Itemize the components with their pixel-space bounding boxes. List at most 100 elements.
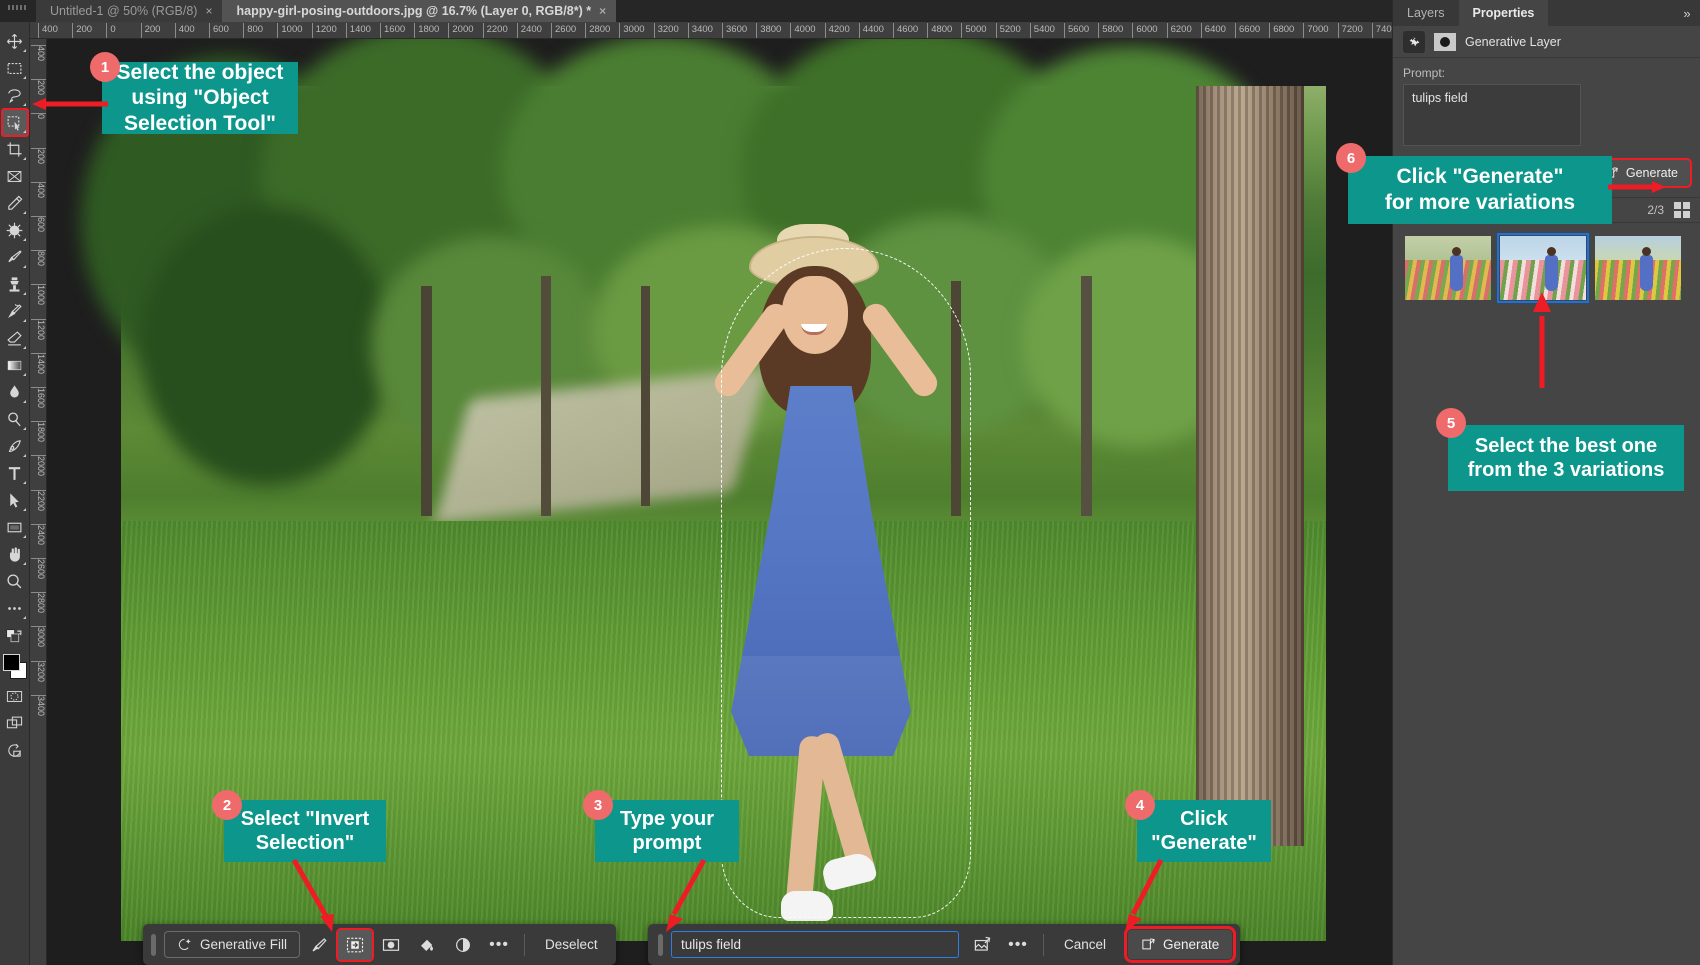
sparkle-icon bbox=[177, 937, 192, 952]
ruler-tick: 2600 bbox=[551, 23, 576, 38]
annotation-callout-2: Select "Invert Selection" bbox=[224, 800, 386, 862]
clone-stamp-tool[interactable] bbox=[2, 271, 28, 298]
edit-toolbar-tool[interactable] bbox=[2, 595, 28, 622]
history-brush-tool[interactable] bbox=[2, 298, 28, 325]
gradient-tool[interactable] bbox=[2, 352, 28, 379]
tab-layers[interactable]: Layers bbox=[1393, 0, 1459, 26]
ruler-tick: 3000 bbox=[619, 23, 644, 38]
ruler-tick: 4000 bbox=[790, 23, 815, 38]
generative-fill-label: Generative Fill bbox=[200, 937, 287, 952]
expand-panels-icon[interactable]: » bbox=[1674, 0, 1700, 26]
panel-tab-empty bbox=[1548, 0, 1674, 26]
variations-count: 2/3 bbox=[1647, 203, 1664, 217]
blur-tool[interactable] bbox=[2, 379, 28, 406]
ruler-tick: 4400 bbox=[859, 23, 884, 38]
crop-tool[interactable] bbox=[2, 136, 28, 163]
ruler-tick: 1800 bbox=[414, 23, 439, 38]
ruler-tick: 3200 bbox=[654, 23, 679, 38]
tools-panel bbox=[0, 22, 30, 965]
cancel-button[interactable]: Cancel bbox=[1052, 937, 1118, 952]
quick-mask-icon[interactable] bbox=[2, 683, 28, 710]
generate-label: Generate bbox=[1163, 937, 1219, 952]
eyedropper-tool[interactable] bbox=[2, 190, 28, 217]
ruler-tick: 6200 bbox=[1167, 23, 1192, 38]
move-tool[interactable] bbox=[2, 28, 28, 55]
annotation-arrow-1 bbox=[30, 97, 110, 111]
taskbar-divider bbox=[524, 934, 525, 956]
ruler-tick: 400 bbox=[38, 23, 58, 38]
document-tab-happy-girl[interactable]: happy-girl-posing-outdoors.jpg @ 16.7% (… bbox=[222, 0, 616, 22]
document-tab-untitled[interactable]: Untitled-1 @ 50% (RGB/8) × bbox=[36, 0, 222, 22]
generate-icon bbox=[1141, 937, 1156, 952]
spot-healing-brush-tool[interactable] bbox=[2, 217, 28, 244]
tab-label: happy-girl-posing-outdoors.jpg @ 16.7% (… bbox=[236, 4, 591, 18]
share-icon[interactable] bbox=[2, 737, 28, 764]
prompt-more-options-icon[interactable]: ••• bbox=[1001, 930, 1035, 960]
foreground-color-swatch[interactable] bbox=[3, 654, 20, 671]
generative-fill-button[interactable]: Generative Fill bbox=[164, 931, 300, 958]
variation-thumbnail-3[interactable] bbox=[1595, 236, 1681, 300]
ruler-tick: 4600 bbox=[893, 23, 918, 38]
eraser-tool[interactable] bbox=[2, 325, 28, 352]
ruler-tick: 600 bbox=[209, 23, 229, 38]
rectangular-marquee-tool[interactable] bbox=[2, 55, 28, 82]
ruler-tick: 6400 bbox=[1201, 23, 1226, 38]
brush-tool[interactable] bbox=[2, 244, 28, 271]
annotation-callout-6: Click "Generate" for more variations bbox=[1348, 156, 1612, 224]
ruler-tick: 7400 bbox=[1372, 23, 1392, 38]
object-selection-tool[interactable] bbox=[2, 109, 28, 136]
layer-type-label: Generative Layer bbox=[1465, 35, 1561, 49]
contextual-taskbar[interactable]: Generative Fill ••• Deselect bbox=[143, 924, 616, 965]
type-tool[interactable] bbox=[2, 460, 28, 487]
create-mask-icon[interactable] bbox=[374, 930, 408, 960]
prompt-taskbar-drag-handle[interactable] bbox=[658, 934, 663, 956]
frame-tool[interactable] bbox=[2, 163, 28, 190]
layer-thumbnail[interactable] bbox=[1434, 33, 1456, 51]
tab-label: Untitled-1 @ 50% (RGB/8) bbox=[50, 4, 197, 18]
ruler-tick: 0 bbox=[106, 23, 115, 38]
ruler-tick: 5000 bbox=[961, 23, 986, 38]
annotation-callout-4: Click "Generate" bbox=[1137, 800, 1271, 862]
annotation-badge-6: 6 bbox=[1336, 143, 1366, 173]
ruler-tick: 5200 bbox=[996, 23, 1021, 38]
ruler-tick: 6800 bbox=[1269, 23, 1294, 38]
rectangle-tool[interactable] bbox=[2, 514, 28, 541]
add-reference-image-icon[interactable] bbox=[965, 930, 999, 960]
zoom-tool[interactable] bbox=[2, 568, 28, 595]
dodge-tool[interactable] bbox=[2, 406, 28, 433]
annotation-arrow-3 bbox=[660, 858, 720, 936]
ruler-tick: 1000 bbox=[277, 23, 302, 38]
adjustment-fill-icon[interactable] bbox=[410, 930, 444, 960]
ruler-tick: 5400 bbox=[1030, 23, 1055, 38]
default-colors-icon[interactable] bbox=[2, 624, 28, 651]
ruler-tick: 3400 bbox=[31, 695, 46, 735]
deselect-button[interactable]: Deselect bbox=[533, 937, 610, 952]
grid-view-icon[interactable] bbox=[1674, 202, 1690, 218]
lasso-tool[interactable] bbox=[2, 82, 28, 109]
tab-bar-grip[interactable] bbox=[0, 0, 36, 22]
more-options-icon[interactable]: ••• bbox=[482, 930, 516, 960]
ruler-tick: 3400 bbox=[688, 23, 713, 38]
tab-properties[interactable]: Properties bbox=[1459, 0, 1549, 26]
properties-header: Generative Layer bbox=[1393, 26, 1700, 58]
close-icon[interactable]: × bbox=[599, 4, 606, 18]
close-icon[interactable]: × bbox=[205, 4, 212, 18]
annotation-badge-5: 5 bbox=[1436, 408, 1466, 438]
annotation-arrow-5 bbox=[1530, 290, 1554, 390]
hand-tool[interactable] bbox=[2, 541, 28, 568]
taskbar-drag-handle[interactable] bbox=[151, 934, 156, 956]
panel-generate-label: Generate bbox=[1626, 166, 1678, 180]
ruler-tick: 2000 bbox=[448, 23, 473, 38]
variation-thumbnail-1[interactable] bbox=[1405, 236, 1491, 300]
annotation-callout-1: Select the object using "Object Selectio… bbox=[102, 62, 298, 134]
ruler-tick: 4200 bbox=[825, 23, 850, 38]
pin-icon[interactable] bbox=[1403, 31, 1425, 53]
path-selection-tool[interactable] bbox=[2, 487, 28, 514]
screen-mode-icon[interactable] bbox=[2, 710, 28, 737]
ruler-tick: 5800 bbox=[1098, 23, 1123, 38]
ruler-tick: 1600 bbox=[380, 23, 405, 38]
adjustment-layer-icon[interactable] bbox=[446, 930, 480, 960]
pen-tool[interactable] bbox=[2, 433, 28, 460]
panel-prompt-field[interactable] bbox=[1403, 84, 1581, 146]
foreground-background-color-swatches[interactable] bbox=[2, 653, 28, 683]
